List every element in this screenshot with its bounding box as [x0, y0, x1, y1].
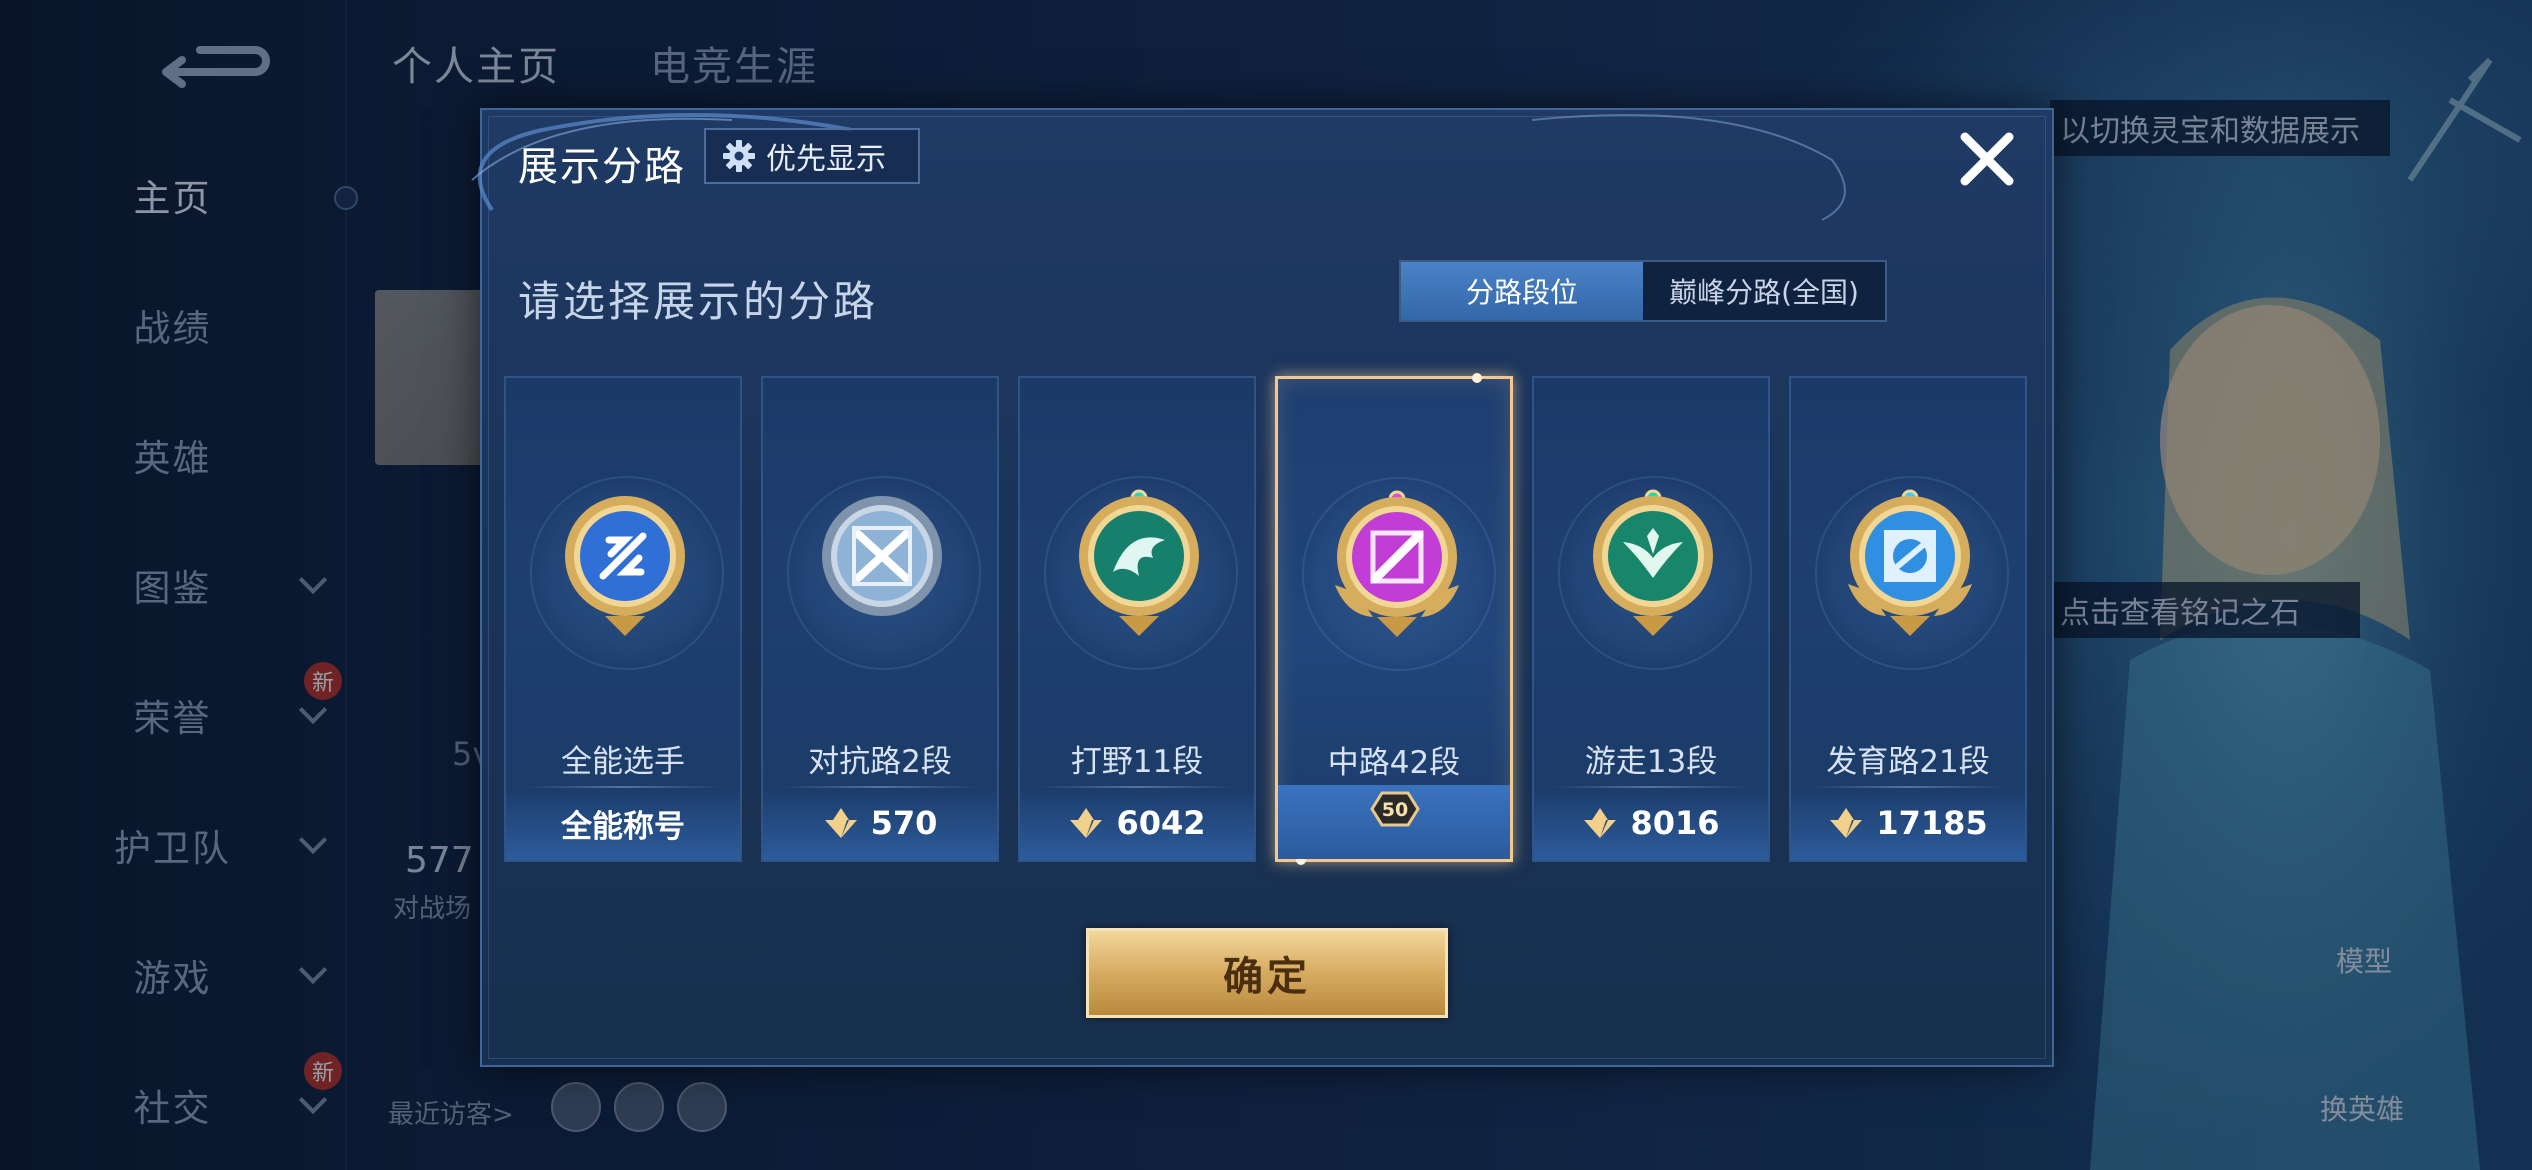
lane-card-footer: 570: [763, 786, 997, 860]
tab-lane-rank[interactable]: 分路段位: [1401, 262, 1643, 320]
lane-view-toggle: 分路段位 巅峰分路(全国): [1399, 260, 1887, 322]
lane-points-icon: [1070, 808, 1103, 838]
clash-lane-emblem-icon: [822, 496, 942, 616]
lane-card-farm[interactable]: 发育路21段 17185: [1789, 376, 2027, 862]
lane-score: 17185: [1876, 804, 1988, 842]
allround-title-label: 全能称号: [561, 808, 685, 845]
lane-name: 游走13段: [1584, 744, 1718, 780]
lane-name: 打野11段: [1070, 744, 1204, 780]
confirm-button[interactable]: 确定: [1086, 928, 1448, 1018]
lane-name: 发育路21段: [1826, 744, 1990, 780]
lane-card-mid[interactable]: 中路42段 50: [1275, 373, 1513, 865]
close-button[interactable]: [1952, 124, 2022, 194]
roam-emblem-icon: [1593, 489, 1713, 636]
lane-card-clash[interactable]: 对抗路2段 570: [761, 376, 999, 862]
dialog-subtitle: 请选择展示的分路: [518, 277, 879, 326]
gear-icon: [723, 140, 755, 172]
priority-display-button[interactable]: 优先显示: [704, 128, 920, 184]
lane-name: 全能选手: [561, 744, 685, 780]
lane-points-icon: [1584, 808, 1617, 838]
close-icon: [1960, 132, 2014, 186]
lane-score: 570: [870, 804, 938, 842]
lane-card-jungle[interactable]: 打野11段 6042: [1018, 376, 1256, 862]
allround-emblem-icon: [565, 496, 685, 636]
lane-score: 8016: [1630, 804, 1720, 842]
corner-sparkle: [1472, 373, 1482, 383]
lane-card-footer: 17185: [1791, 786, 2025, 860]
lane-card-footer: 全能称号: [506, 786, 740, 860]
mid-lane-emblem-icon: [1335, 490, 1459, 637]
lane-card-footer: 8016: [1534, 786, 1768, 860]
tab-peak-lane-national[interactable]: 巅峰分路(全国): [1643, 262, 1885, 320]
lane-name: 对抗路2段: [808, 744, 952, 780]
priority-display-label: 优先显示: [766, 142, 886, 177]
dialog-title: 展示分路: [518, 144, 686, 190]
farm-lane-emblem-icon: [1848, 489, 1972, 636]
lane-card-roam[interactable]: 游走13段 8016: [1532, 376, 1770, 862]
lane-card-footer: 50: [1278, 785, 1510, 859]
lane-card-list: 全能选手 全能称号 对抗路2段 570 打野11段 6042 中路42段 50 …: [504, 373, 2027, 865]
jungle-emblem-icon: [1079, 489, 1199, 636]
lane-card-allround[interactable]: 全能选手 全能称号: [504, 376, 742, 862]
lane-score: 6042: [1116, 804, 1206, 842]
lane-card-footer: 6042: [1020, 786, 1254, 860]
star-count-badge: 50: [1370, 791, 1420, 827]
display-lane-dialog: 展示分路 优先显示 请选择展示的分路 分路段位 巅峰分路(全国) 全能选手 全能…: [471, 108, 2054, 1067]
lane-points-icon: [1830, 808, 1863, 838]
lane-points-icon: [824, 808, 857, 838]
lane-name: 中路42段: [1327, 745, 1461, 781]
star-count-text: 50: [1382, 799, 1408, 821]
